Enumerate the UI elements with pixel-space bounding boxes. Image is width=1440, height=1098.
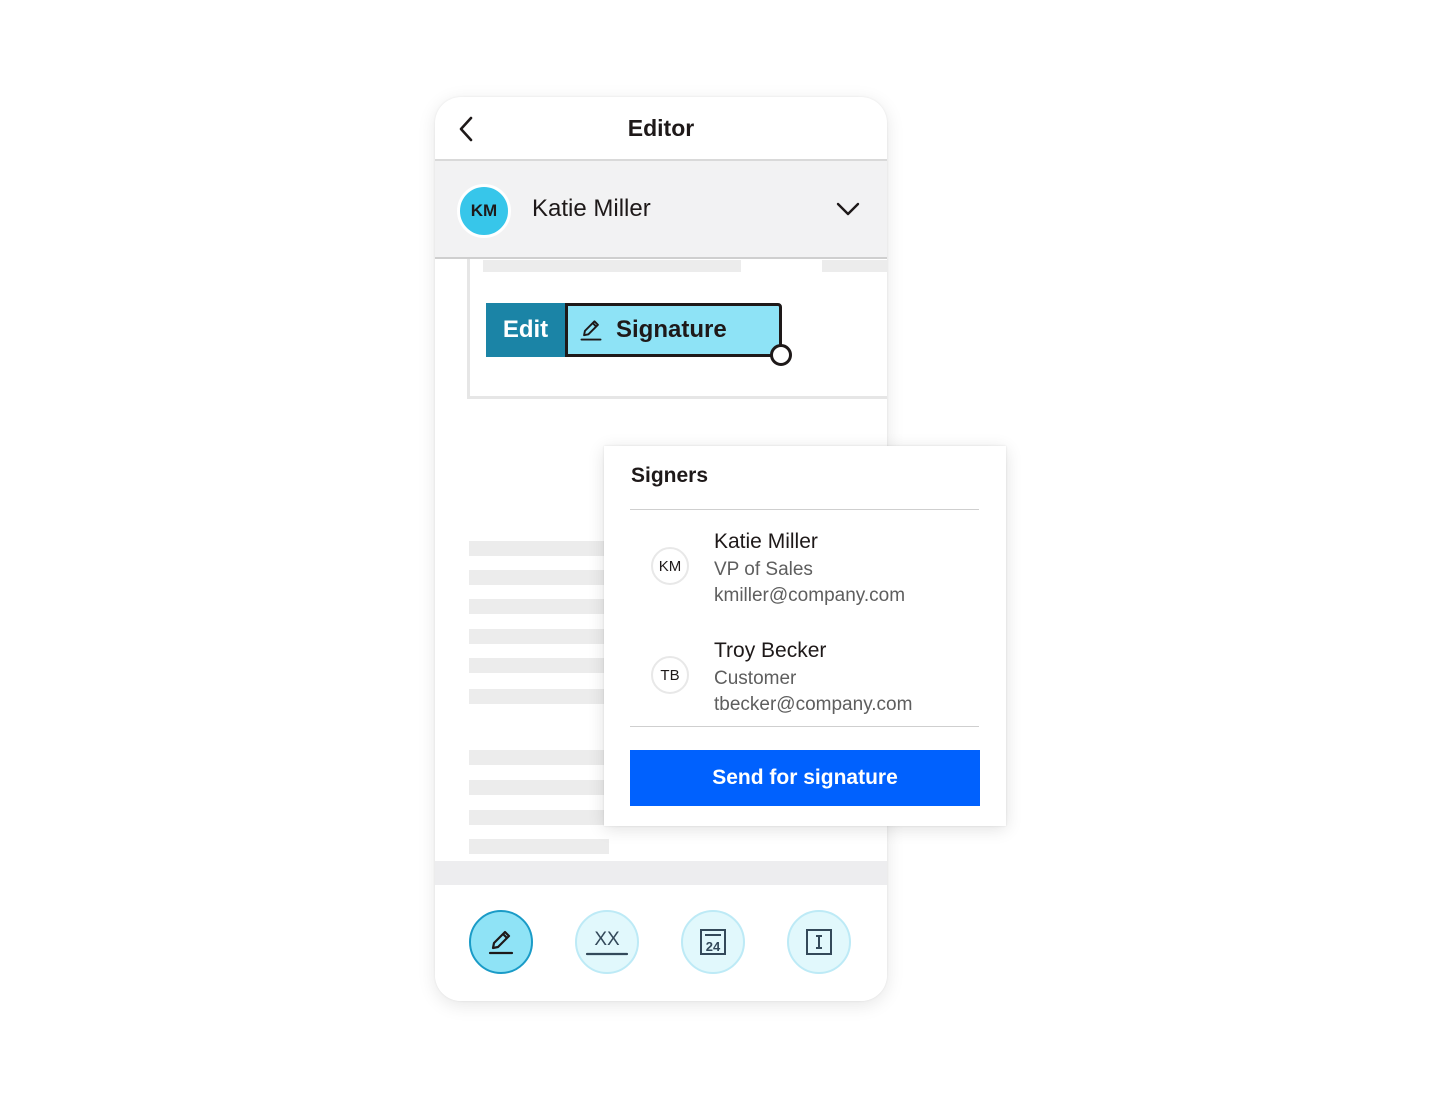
- signer-role: VP of Sales: [714, 559, 813, 580]
- placeholder-text-line: [469, 629, 609, 644]
- avatar: KM: [457, 184, 511, 238]
- chevron-down-icon: [836, 202, 860, 216]
- date-tool-button[interactable]: 24: [681, 910, 745, 974]
- signature-field[interactable]: Signature: [565, 303, 792, 366]
- placeholder-text-line: [469, 658, 609, 673]
- placeholder-text-line: [469, 689, 609, 704]
- resize-handle[interactable]: [770, 344, 792, 366]
- placeholder-text-line: [469, 599, 609, 614]
- signer-email: tbecker@company.com: [714, 694, 913, 715]
- list-item[interactable]: TB Troy Becker Customer tbecker@company.…: [630, 635, 979, 731]
- placeholder-text-line: [469, 750, 609, 765]
- text-field-icon: [806, 929, 832, 955]
- field-toolbar: XX 24: [435, 885, 887, 1001]
- date-icon: 24: [700, 929, 726, 955]
- edit-button[interactable]: Edit: [486, 303, 565, 357]
- placeholder-text-line: [469, 839, 609, 854]
- initials-tool-button[interactable]: XX: [575, 910, 639, 974]
- avatar: KM: [651, 547, 689, 585]
- date-icon-label: 24: [706, 939, 721, 954]
- send-for-signature-button[interactable]: Send for signature: [630, 750, 980, 806]
- placeholder-text-line: [469, 780, 609, 795]
- page-title: Editor: [627, 115, 695, 141]
- signers-panel: Signers KM Katie Miller VP of Sales kmil…: [604, 446, 1006, 826]
- divider: [630, 726, 979, 727]
- toolbar-separator: [435, 861, 887, 885]
- initials-icon-label: XX: [594, 929, 620, 950]
- list-item[interactable]: KM Katie Miller VP of Sales kmiller@comp…: [630, 526, 979, 622]
- avatar: TB: [651, 656, 689, 694]
- signature-field-group: Edit Signature: [486, 303, 792, 366]
- signer-name: Katie Miller: [532, 195, 651, 222]
- signer-role: Customer: [714, 668, 797, 689]
- signer-email: kmiller@company.com: [714, 585, 906, 606]
- signer-selector[interactable]: KM Katie Miller: [435, 161, 887, 259]
- signature-pen-icon: [488, 930, 514, 955]
- signer-name: Troy Becker: [714, 639, 827, 662]
- initials-icon: XX: [585, 929, 629, 956]
- signature-tool-button[interactable]: [469, 910, 533, 974]
- signers-title: Signers: [631, 464, 709, 487]
- divider: [630, 509, 979, 510]
- editor-header: Editor: [435, 97, 887, 161]
- pen-icon: [580, 320, 602, 341]
- signer-name: Katie Miller: [714, 530, 818, 553]
- text-tool-button[interactable]: [787, 910, 851, 974]
- placeholder-text-line: [469, 570, 609, 585]
- signature-field-label: Signature: [616, 316, 727, 343]
- placeholder-text-line: [469, 810, 609, 825]
